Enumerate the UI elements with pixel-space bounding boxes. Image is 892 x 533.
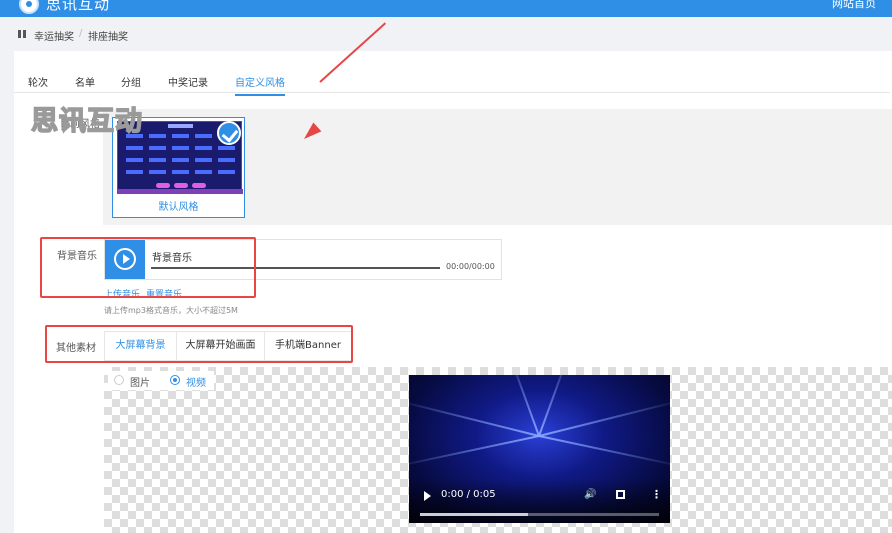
music-upload-hint: 请上传mp3格式音乐，大小不超过5M (104, 306, 238, 315)
thumbnail-cell (195, 146, 212, 150)
video-player[interactable]: 0:00 / 0:05 🔊 ⋮ (409, 375, 670, 523)
thumbnail-title-bar (168, 124, 193, 128)
breadcrumb: 幸运抽奖 / 排座抽奖 (0, 17, 892, 51)
check-icon (217, 121, 241, 145)
thumbnail-cell (195, 134, 212, 138)
video-light-ray (409, 435, 540, 469)
main-card: 轮次 名单 分组 中奖记录 自定义风格 思讯互动 目前风格 默认风格 背景音乐 … (14, 22, 892, 533)
media-type-radio-group: 图片 视频 (108, 371, 214, 390)
video-controls: 0:00 / 0:05 🔊 ⋮ (409, 479, 670, 523)
thumbnail-cell (172, 146, 189, 150)
radio-image-label[interactable]: 图片 (130, 374, 150, 389)
thumbnail-cell (218, 146, 235, 150)
top-bar: 思讯互动 网站首页 (0, 0, 892, 17)
thumbnail-cell (126, 158, 143, 162)
thumbnail-button (192, 183, 206, 188)
logo-icon (19, 0, 39, 14)
site-home-link[interactable]: 网站首页 (832, 0, 876, 11)
tab-bar: 轮次 名单 分组 中奖记录 自定义风格 (14, 69, 890, 96)
thumbnail-cell (195, 158, 212, 162)
tab-groups[interactable]: 分组 (121, 74, 141, 89)
tab-win-records[interactable]: 中奖记录 (168, 74, 208, 89)
annotation-box-materials (45, 325, 353, 363)
thumbnail-button (174, 183, 188, 188)
menu-toggle-icon[interactable] (18, 30, 26, 38)
thumbnail-cell (172, 134, 189, 138)
video-light-ray (409, 398, 540, 437)
video-play-icon[interactable] (424, 491, 431, 501)
brand-title: 思讯互动 (46, 0, 111, 13)
video-light-ray (538, 398, 670, 437)
style-option-name: 默认风格 (158, 202, 199, 213)
thumbnail-cell (195, 170, 212, 174)
more-options-icon[interactable]: ⋮ (651, 488, 662, 501)
watermark: 思讯互动 (30, 105, 143, 138)
video-progress-fill (420, 513, 528, 516)
tab-rounds[interactable]: 轮次 (28, 74, 48, 89)
tab-list[interactable]: 名单 (75, 74, 95, 89)
thumbnail-cell (149, 158, 166, 162)
breadcrumb-separator: / (79, 28, 83, 39)
thumbnail-cell (149, 134, 166, 138)
radio-video-label[interactable]: 视频 (186, 374, 206, 389)
thumbnail-cell (149, 170, 166, 174)
thumbnail-cell (126, 170, 143, 174)
breadcrumb-item-lucky-draw[interactable]: 幸运抽奖 (34, 28, 74, 43)
tab-custom-style[interactable]: 自定义风格 (235, 74, 285, 96)
breadcrumb-item-seat-draw: 排座抽奖 (88, 32, 128, 43)
radio-video[interactable] (170, 375, 180, 385)
annotation-box-music (40, 237, 256, 298)
thumbnail-cell (172, 158, 189, 162)
fullscreen-icon[interactable] (616, 490, 625, 499)
thumbnail-stage (118, 189, 243, 194)
video-light-ray (538, 435, 670, 469)
volume-icon[interactable]: 🔊 (584, 489, 596, 500)
thumbnail-cell (126, 146, 143, 150)
thumbnail-cell (149, 146, 166, 150)
video-progress-bar[interactable] (420, 513, 659, 516)
thumbnail-cell (218, 158, 235, 162)
video-time: 0:00 / 0:05 (441, 489, 496, 500)
thumbnail-cell (218, 170, 235, 174)
audio-time: 00:00/00:00 (446, 262, 495, 271)
thumbnail-cell (172, 170, 189, 174)
video-light-ray (507, 375, 540, 437)
thumbnail-button (156, 183, 170, 188)
radio-image[interactable] (114, 375, 124, 385)
